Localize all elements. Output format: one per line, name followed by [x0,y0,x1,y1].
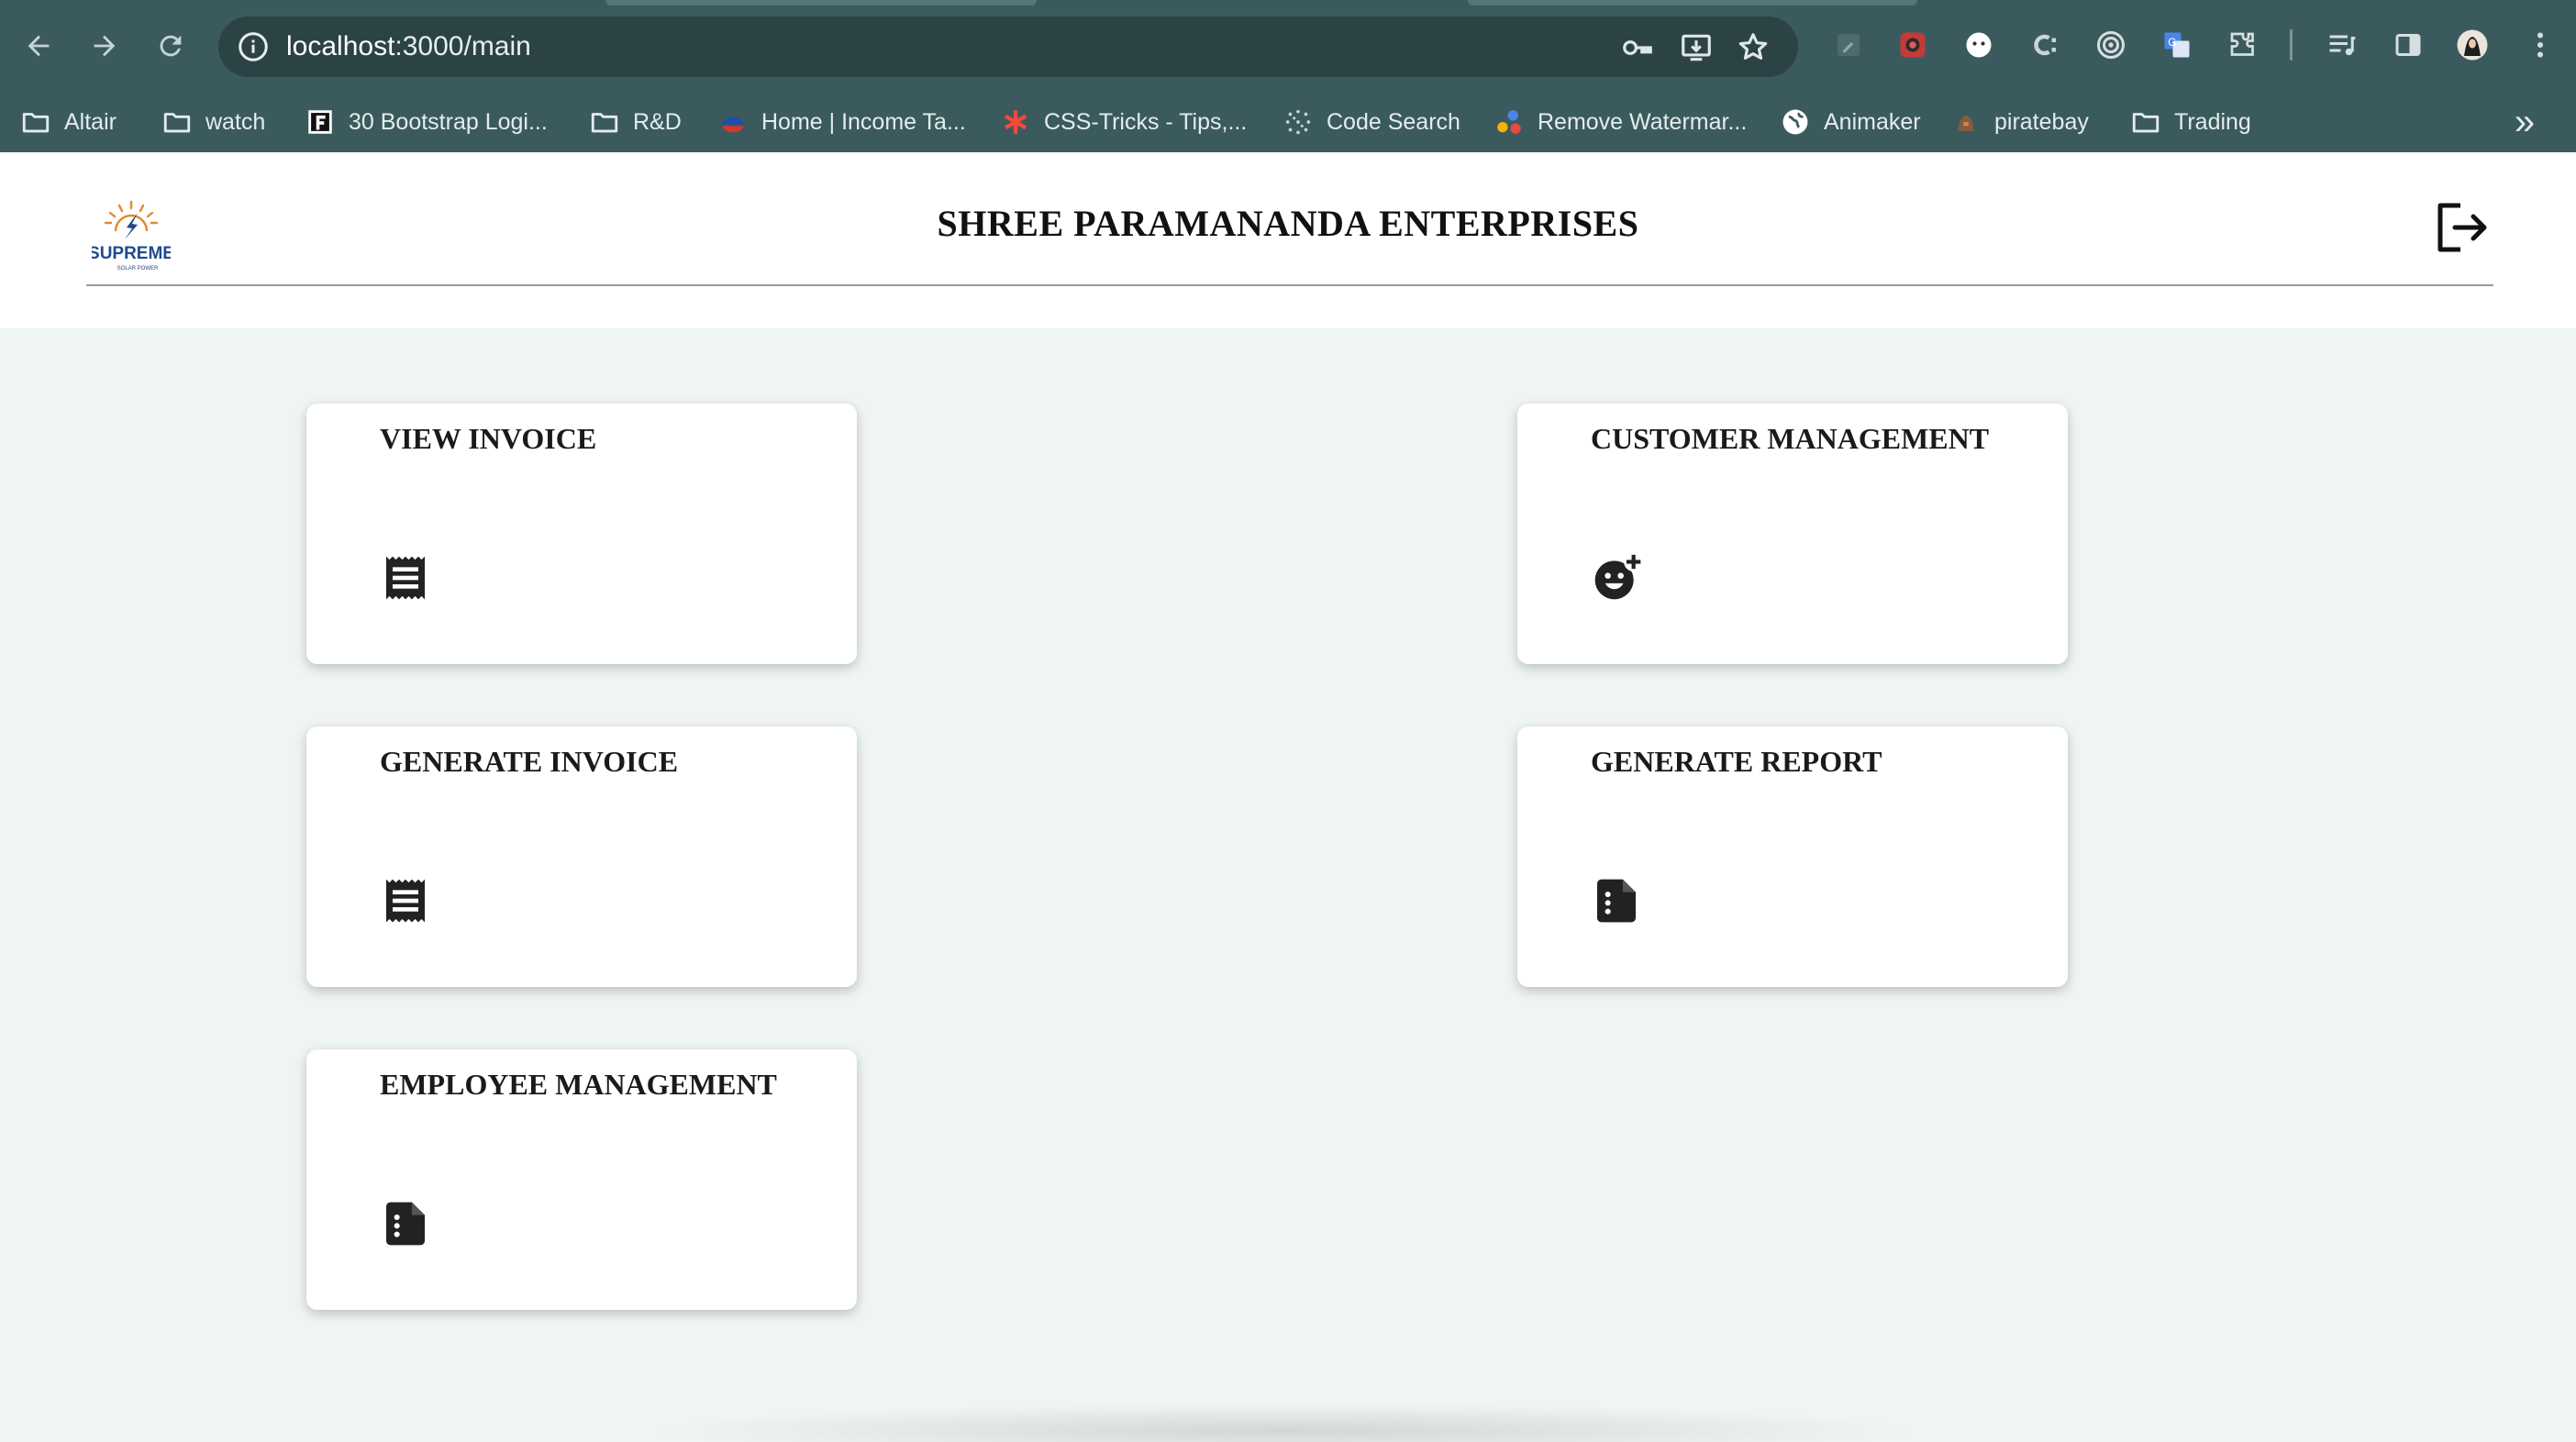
bookmark-item[interactable]: R&D [589,92,682,152]
card-title: VIEW INVOICE [380,422,597,455]
extension-translate-icon[interactable]: G [2160,28,2194,62]
bookmark-label: watch [205,108,266,135]
folder-icon [589,106,620,138]
extension-red-icon[interactable] [1895,28,1930,62]
key-icon[interactable] [1620,30,1655,65]
forward-button[interactable] [83,24,127,68]
reload-button[interactable] [149,24,193,68]
browser-chrome: localhost:3000/main G Altair watch 30 Bo… [0,0,2576,152]
bookmark-label: Code Search [1327,108,1460,135]
browser-toolbar: localhost:3000/main G [0,0,2576,92]
bookmark-item[interactable]: Animaker [1780,92,1921,152]
folder-icon [161,106,193,138]
header-divider [86,284,2493,286]
code-search-icon [1282,106,1314,138]
bookmark-label: piratebay [1994,108,2089,135]
add-reaction-icon [1591,552,1644,604]
side-panel-icon[interactable] [2391,28,2426,62]
toolbar-divider [2290,29,2293,61]
bookmarks-bar: Altair watch 30 Bootstrap Logi... R&D Ho… [0,92,2576,152]
app-header: SUPREME SOLAR POWER SHREE PARAMANANDA EN… [0,152,2576,328]
bookmark-item[interactable]: 30 Bootstrap Logi... [305,92,548,152]
back-button[interactable] [17,24,61,68]
card-title: EMPLOYEE MANAGEMENT [380,1068,777,1101]
bookmark-item[interactable]: Code Search [1282,92,1460,152]
pirate-icon [1950,106,1982,138]
bookmark-label: 30 Bootstrap Logi... [349,108,548,135]
address-bar[interactable]: localhost:3000/main [218,17,1798,77]
card-title: GENERATE REPORT [1591,745,1882,778]
extension-face-icon[interactable] [1961,28,1996,62]
employee-management-card[interactable]: EMPLOYEE MANAGEMENT [306,1049,857,1310]
chrome-menu-icon[interactable] [2523,28,2558,62]
url-text[interactable]: localhost:3000/main [286,17,531,77]
logout-icon [2437,203,2487,252]
bookmark-item[interactable]: piratebay [1950,92,2089,152]
receipt-icon [380,552,431,604]
dots-icon [1493,106,1525,138]
view-invoice-card[interactable]: VIEW INVOICE [306,404,857,664]
generate-invoice-card[interactable]: GENERATE INVOICE [306,727,857,987]
logo-tagline: SOLAR POWER [117,266,159,272]
bookmarks-overflow-button[interactable]: » [2506,101,2543,143]
card-title: CUSTOMER MANAGEMENT [1591,422,1990,455]
bookmark-item[interactable]: Trading [2130,92,2251,152]
bookmark-label: Remove Watermar... [1538,108,1748,135]
bookmark-item[interactable]: watch [161,92,265,152]
bookmark-label: Home | Income Ta... [761,108,966,135]
receipt-icon [380,875,431,926]
bookmark-label: Trading [2174,108,2251,135]
card-title: GENERATE INVOICE [380,745,679,778]
extension-target-icon[interactable] [2093,28,2128,62]
extension-edit-icon[interactable] [1831,28,1866,62]
forward-arrow-icon [94,35,116,57]
page-title: SHREE PARAMANANDA ENTERPRISES [937,203,1639,244]
folder-icon [2130,106,2161,138]
summarize-icon [1591,875,1642,926]
bookmark-label: R&D [633,108,682,135]
bookmark-item[interactable]: Remove Watermar... [1493,92,1747,152]
install-app-icon[interactable] [1679,30,1714,65]
svg-text:G: G [2168,36,2176,49]
bookmark-star-icon[interactable] [1736,30,1771,65]
generate-report-card[interactable]: GENERATE REPORT [1517,727,2068,987]
folder-icon [20,106,51,138]
logout-button[interactable] [2433,198,2492,257]
extensions-puzzle-icon[interactable] [2226,28,2260,62]
bookmark-item[interactable]: CSS-Tricks - Tips,... [1000,92,1247,152]
asterisk-icon [1000,106,1031,138]
bookmark-label: CSS-Tricks - Tips,... [1044,108,1248,135]
summarize-icon [380,1198,431,1249]
back-arrow-icon [28,35,50,57]
chevron-double-right-icon: » [2514,102,2536,142]
extension-c-icon[interactable] [2027,28,2062,62]
bookmark-label: Animaker [1824,108,1921,135]
customer-management-card[interactable]: CUSTOMER MANAGEMENT [1517,404,2068,664]
bookmark-item[interactable]: Home | Income Ta... [717,92,966,152]
reload-icon [160,35,182,57]
f-badge-icon [305,106,336,138]
globe-icon [1780,106,1811,138]
bookmark-item[interactable]: Altair [20,92,117,152]
media-controls-icon[interactable] [2325,28,2359,62]
logo-wordmark: SUPREME [92,244,171,263]
profile-avatar[interactable] [2455,28,2490,62]
site-info-icon[interactable] [237,30,270,63]
income-tax-icon [717,106,749,138]
bookmark-label: Altair [64,108,117,135]
